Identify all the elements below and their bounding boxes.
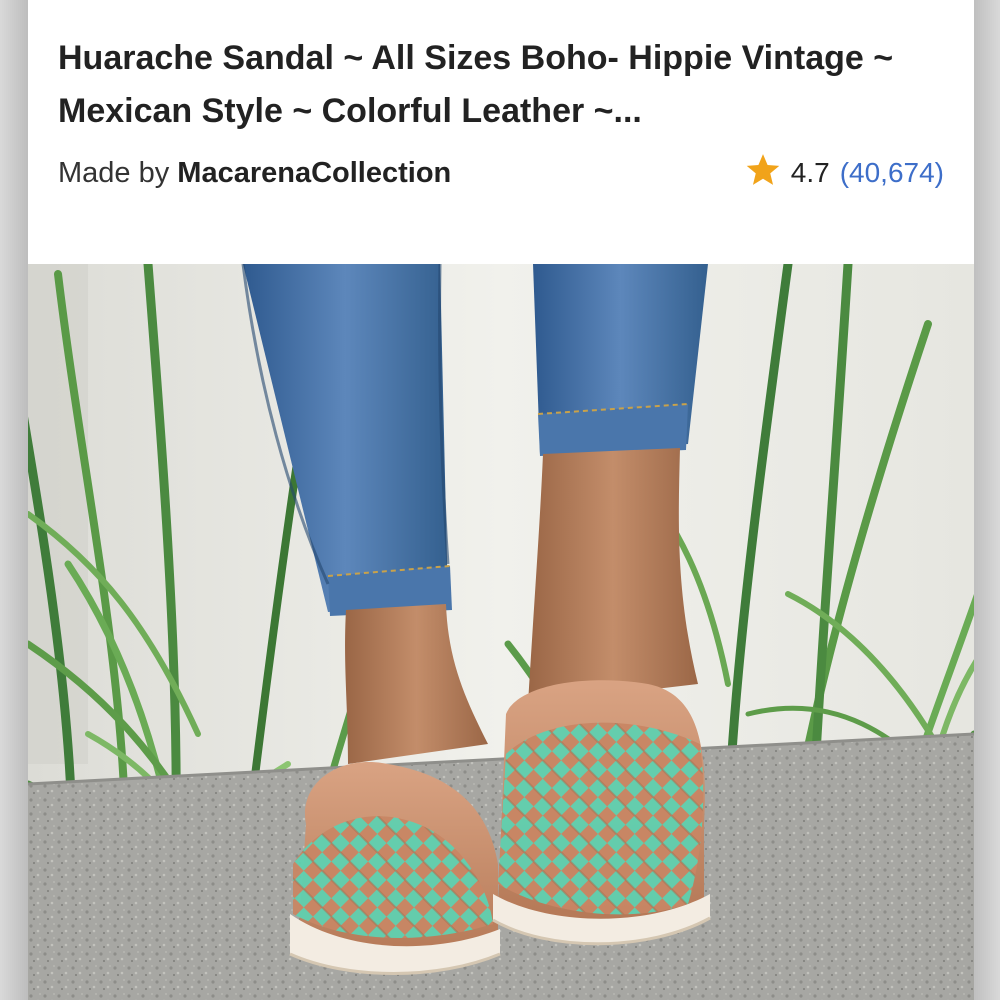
star-icon	[745, 153, 781, 194]
made-by-label: Made by	[58, 156, 170, 189]
right-background-strip	[972, 0, 1000, 1000]
product-photo[interactable]	[28, 264, 974, 1000]
shop-name-link[interactable]: MacarenaCollection	[177, 157, 451, 189]
left-background-strip	[0, 0, 28, 1000]
listing-card: Huarache Sandal ~ All Sizes Boho- Hippie…	[28, 0, 974, 1000]
rating-summary[interactable]: 4.7 (40,674)	[745, 153, 944, 194]
listing-header: Huarache Sandal ~ All Sizes Boho- Hippie…	[28, 0, 974, 264]
rating-value: 4.7	[790, 157, 830, 188]
review-count-link[interactable]: (40,674)	[840, 157, 944, 189]
listing-meta-row: Made by MacarenaCollection 4.7 (40,674)	[58, 150, 944, 196]
shop-attribution: Made by MacarenaCollection	[58, 157, 451, 190]
listing-title[interactable]: Huarache Sandal ~ All Sizes Boho- Hippie…	[58, 32, 938, 138]
